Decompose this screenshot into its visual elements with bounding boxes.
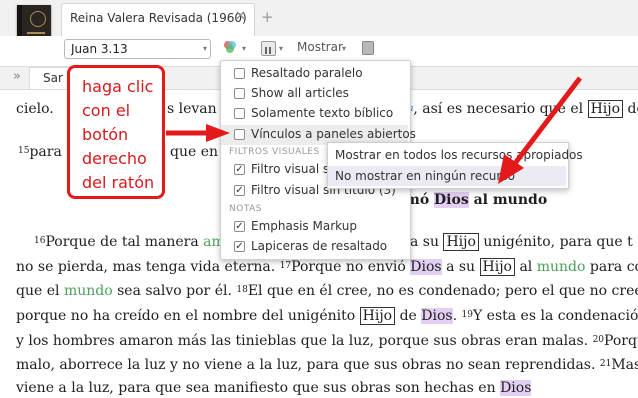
arrow-right-annotation — [498, 76, 582, 184]
callout-line: del ratón — [82, 173, 155, 192]
arrow-left-annotation — [166, 124, 230, 142]
callout-line: botón — [82, 125, 129, 144]
callout-line: con el — [82, 101, 131, 120]
callout-line: haga clic — [82, 77, 154, 96]
callout-line: derecho — [82, 149, 147, 168]
